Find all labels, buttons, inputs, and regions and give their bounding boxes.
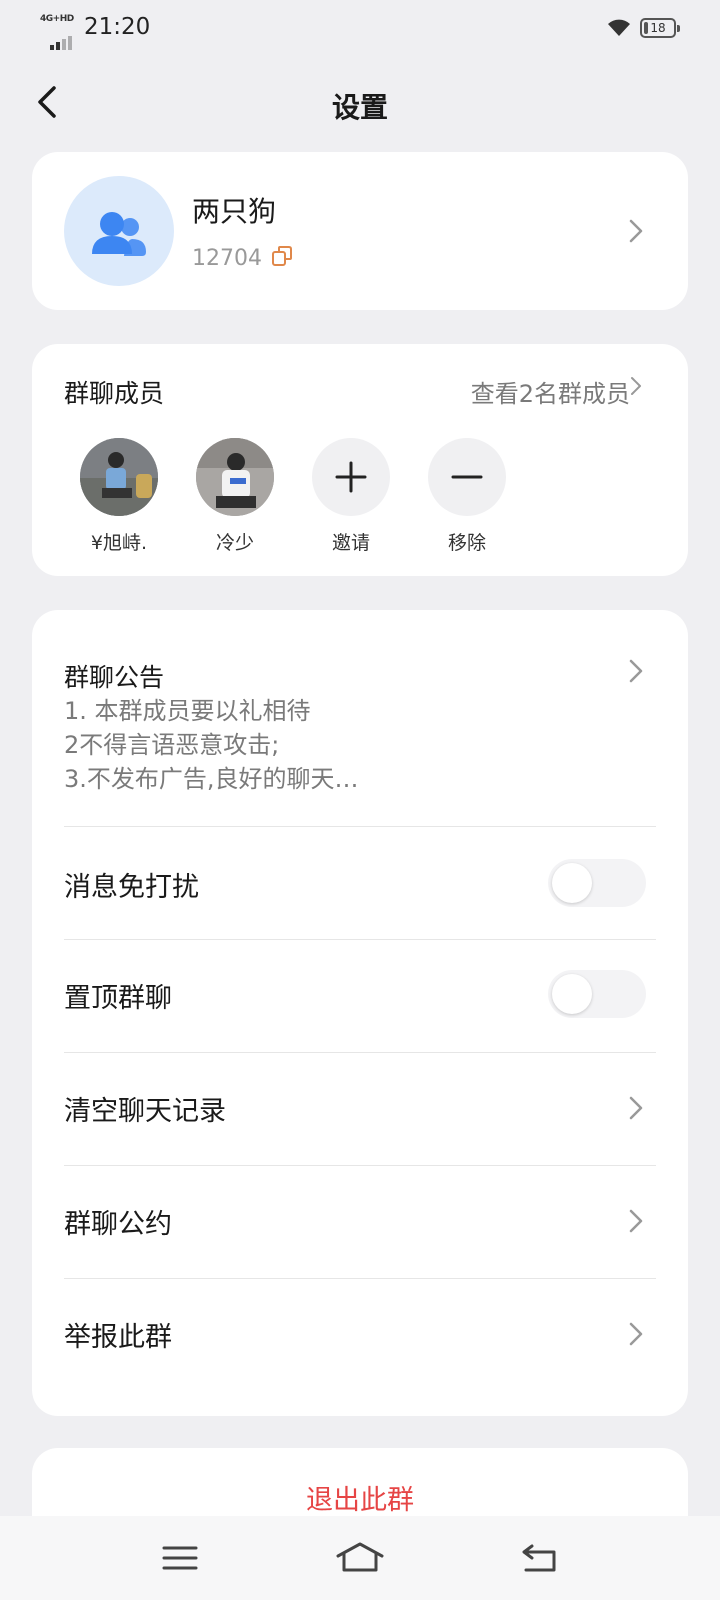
- pin-row: 置顶群聊: [32, 940, 688, 1052]
- group-rules-label: 群聊公约: [64, 1209, 172, 1240]
- minus-icon: [451, 475, 483, 479]
- mute-toggle[interactable]: [548, 859, 646, 907]
- remove-member-button[interactable]: 移除: [412, 438, 522, 555]
- top-nav-bar: 设置: [0, 70, 720, 140]
- remove-label: 移除: [447, 532, 486, 554]
- report-label: 举报此群: [64, 1322, 172, 1353]
- chevron-right-icon: [629, 1209, 643, 1233]
- menu-icon[interactable]: [150, 1536, 210, 1580]
- member-item[interactable]: 冷少: [180, 438, 290, 555]
- chevron-right-icon: [629, 1096, 643, 1120]
- invite-label: 邀请: [331, 532, 370, 554]
- back-icon[interactable]: [30, 82, 70, 122]
- mute-row: 消息免打扰: [32, 827, 688, 939]
- members-card: 群聊成员 查看2名群成员 ¥旭峙. 冷少 邀请 移除: [32, 344, 688, 576]
- chevron-right-icon: [629, 659, 643, 683]
- group-avatar: [64, 176, 174, 286]
- chevron-right-icon: [629, 219, 643, 243]
- member-item[interactable]: ¥旭峙.: [64, 438, 174, 555]
- plus-icon: [335, 461, 367, 493]
- announcement-text: 1. 本群成员要以礼相待 2不得言语恶意攻击; 3.不发布广告,良好的聊天…: [64, 697, 359, 793]
- group-name: 两只狗: [192, 195, 277, 228]
- remove-circle: [428, 438, 506, 516]
- settings-card: 群聊公告 1. 本群成员要以礼相待 2不得言语恶意攻击; 3.不发布广告,良好的…: [32, 610, 688, 1416]
- group-id: 12704: [192, 246, 262, 271]
- mute-label: 消息免打扰: [64, 872, 199, 903]
- clear-history-row[interactable]: 清空聊天记录: [32, 1053, 688, 1165]
- copy-icon[interactable]: [270, 244, 294, 268]
- avatar: [196, 438, 274, 516]
- wifi-icon: [608, 19, 630, 36]
- announcement-row[interactable]: 群聊公告 1. 本群成员要以礼相待 2不得言语恶意攻击; 3.不发布广告,良好的…: [32, 610, 688, 826]
- battery-level: 18: [650, 21, 666, 35]
- pin-toggle[interactable]: [548, 970, 646, 1018]
- group-info-card[interactable]: 两只狗 12704: [32, 152, 688, 310]
- status-bar: 4G+HD 21:20 18: [0, 0, 720, 60]
- chevron-right-icon[interactable]: [628, 373, 644, 399]
- group-rules-row[interactable]: 群聊公约: [32, 1166, 688, 1278]
- page-title: 设置: [331, 91, 388, 124]
- return-icon[interactable]: [510, 1536, 570, 1580]
- exit-group-label: 退出此群: [306, 1485, 414, 1516]
- invite-member-button[interactable]: 邀请: [296, 438, 406, 555]
- view-all-members-link[interactable]: 查看2名群成员: [471, 374, 630, 409]
- announcement-title: 群聊公告: [64, 663, 165, 692]
- toggle-knob: [552, 863, 592, 903]
- pin-label: 置顶群聊: [64, 983, 172, 1014]
- avatar: [80, 438, 158, 516]
- system-nav-bar: [0, 1516, 720, 1600]
- members-title: 群聊成员: [64, 379, 165, 408]
- invite-circle: [312, 438, 390, 516]
- chevron-right-icon: [629, 1322, 643, 1346]
- member-name: ¥旭峙.: [90, 532, 148, 554]
- battery-icon: 18: [640, 18, 680, 38]
- network-type: 4G+HD: [40, 14, 74, 24]
- member-name: 冷少: [215, 532, 254, 554]
- home-icon[interactable]: [330, 1536, 390, 1580]
- signal-icon: 4G+HD: [40, 14, 78, 50]
- report-row[interactable]: 举报此群: [32, 1279, 688, 1391]
- clear-history-label: 清空聊天记录: [64, 1096, 226, 1127]
- group-icon: [92, 212, 146, 256]
- toggle-knob: [552, 974, 592, 1014]
- clock: 21:20: [84, 14, 151, 40]
